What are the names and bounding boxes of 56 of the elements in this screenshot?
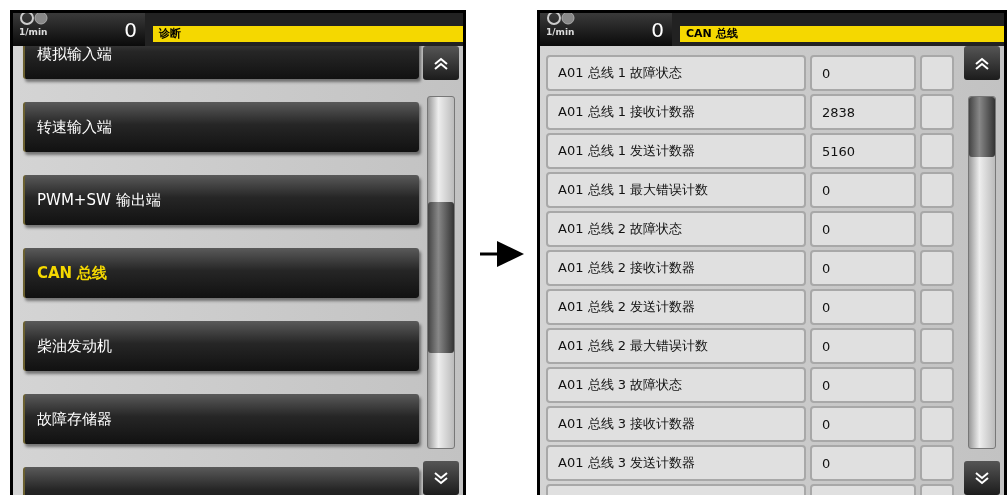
parameter-value: 5160 <box>810 133 916 169</box>
empty-cell <box>920 250 954 286</box>
scroll-up-button[interactable] <box>423 46 460 80</box>
parameter-value: 0 <box>810 328 916 364</box>
empty-cell <box>920 133 954 169</box>
parameter-label: A01 总线 3 故障状态 <box>546 367 806 403</box>
empty-cell <box>920 94 954 130</box>
parameter-label: A01 总线 2 发送计数器 <box>546 289 806 325</box>
parameter-value: 0 <box>810 406 916 442</box>
parameter-label: A01 总线 3 接收计数器 <box>546 406 806 442</box>
parameter-label: A01 总线 1 故障状态 <box>546 55 806 91</box>
parameter-label: A01 总线 1 接收计数器 <box>546 94 806 130</box>
parameter-value: 0 <box>810 211 916 247</box>
empty-cell <box>920 406 954 442</box>
parameter-label: A01 总线 3 发送计数器 <box>546 445 806 481</box>
empty-cell <box>920 367 954 403</box>
empty-cell <box>920 55 954 91</box>
parameter-value: 0 <box>810 55 916 91</box>
speed-unit: 1/min <box>546 27 576 37</box>
menu-button[interactable]: CAN 总线 <box>23 248 420 298</box>
parameter-label: A01 总线 1 发送计数器 <box>546 133 806 169</box>
parameter-value: 0 <box>810 250 916 286</box>
speed-value: 0 <box>124 17 137 42</box>
parameter-value: 0 <box>810 367 916 403</box>
parameter-value: 0 <box>810 445 916 481</box>
empty-cell <box>920 172 954 208</box>
parameter-value: 0 <box>810 172 916 208</box>
arrow-icon <box>479 241 524 267</box>
indicator-lights-icon <box>19 13 51 27</box>
screen-title: 诊断 <box>153 26 464 42</box>
scrollbar-thumb[interactable] <box>969 97 995 157</box>
menu-button[interactable]: 转速输入端 <box>23 102 420 152</box>
scrollbar-thumb[interactable] <box>428 202 455 354</box>
parameter-label: A01 总线 1 最大错误计数 <box>546 172 806 208</box>
scroll-up-button[interactable] <box>964 46 1000 80</box>
parameter-value: 0 <box>810 289 916 325</box>
screen-title: CAN 总线 <box>680 26 1004 42</box>
menu-button[interactable]: 模拟输入端 <box>23 46 420 79</box>
scrollbar-track[interactable] <box>427 96 456 449</box>
empty-cell <box>920 445 954 481</box>
parameter-label: A01 总线 2 最大错误计数 <box>546 328 806 364</box>
parameter-label: A01 总线 2 接收计数器 <box>546 250 806 286</box>
empty-cell <box>920 289 954 325</box>
speed-unit: 1/min <box>19 27 49 37</box>
parameter-label: A01 总线 2 故障状态 <box>546 211 806 247</box>
indicator-lights-icon <box>546 13 578 27</box>
speed-value: 0 <box>651 17 664 42</box>
menu-button[interactable]: 柴油发动机 <box>23 321 420 371</box>
scroll-down-button[interactable] <box>423 461 460 495</box>
empty-cell <box>920 328 954 364</box>
scroll-down-button[interactable] <box>964 461 1000 495</box>
scrollbar-track[interactable] <box>968 96 996 449</box>
empty-cell <box>920 211 954 247</box>
menu-button[interactable]: 故障存储器 <box>23 394 420 444</box>
menu-button[interactable]: PWM+SW 输出端 <box>23 175 420 225</box>
parameter-value: 2838 <box>810 94 916 130</box>
